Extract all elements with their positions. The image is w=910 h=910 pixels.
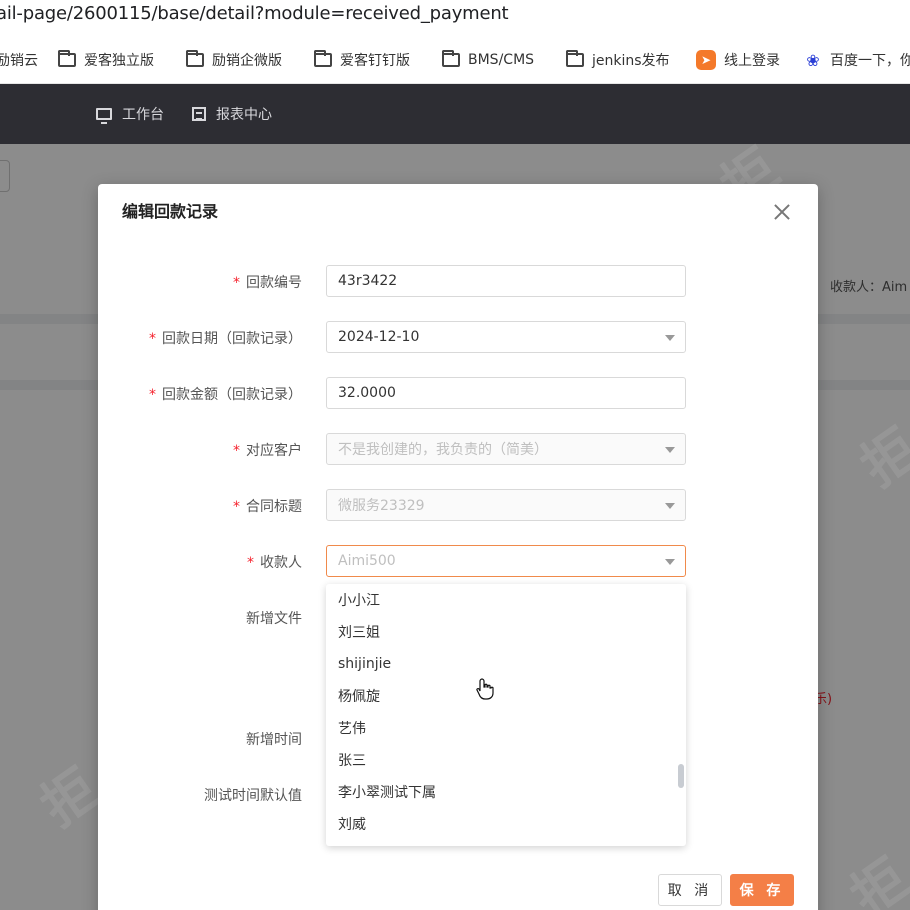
bookmark-bms-cms[interactable]: BMS/CMS [442, 50, 534, 70]
bookmark-label: BMS/CMS [468, 52, 535, 68]
receiver-label: * 收款人 [247, 555, 302, 571]
payment-no-input[interactable]: 43r3422 [326, 265, 686, 297]
bookmark-lixiaoyun[interactable]: 励销云 [0, 50, 38, 70]
contract-title-placeholder: 微服务23329 [338, 498, 425, 514]
watermark: 拒 [839, 846, 910, 910]
nav-workbench-label: 工作台 [122, 107, 164, 123]
nav-workbench[interactable]: 工作台 [96, 104, 164, 124]
dropdown-option[interactable]: 张三 [326, 744, 686, 776]
dropdown-option[interactable]: 刘威 [326, 808, 686, 840]
baidu-paw-icon: ❀ [806, 50, 820, 70]
browser-address-bar[interactable]: ail-page/2600115/base/detail?module=rece… [0, 0, 910, 36]
dropdown-option[interactable]: 小小江 [326, 584, 686, 616]
payment-date-value: 2024-12-10 [338, 329, 420, 345]
url-text[interactable]: ail-page/2600115/base/detail?module=rece… [0, 3, 509, 24]
close-icon[interactable] [774, 204, 790, 220]
bookmark-label: 励销云 [0, 53, 38, 69]
chevron-down-icon [665, 503, 675, 509]
folder-icon [58, 50, 76, 67]
folder-icon [186, 50, 204, 67]
test-time-default-label: 测试时间默认值 [204, 788, 302, 804]
new-time-label: 新增时间 [246, 732, 302, 748]
payment-date-picker[interactable]: 2024-12-10 [326, 321, 686, 353]
bookmarks-bar: 励销云 爱客独立版 励销企微版 爱客钉钉版 BMS/CMS jenkins发布 … [0, 36, 910, 84]
nav-reports-label: 报表中心 [216, 107, 272, 123]
bookmark-aike-dingtalk[interactable]: 爱客钉钉版 [314, 50, 410, 70]
bookmark-label: 爱客钉钉版 [340, 53, 410, 69]
save-button[interactable]: 保 存 [730, 874, 794, 906]
receiver-select[interactable]: Aimi500 [326, 545, 686, 577]
customer-label: * 对应客户 [233, 443, 302, 459]
chevron-down-icon [665, 335, 675, 341]
bookmark-label: 百度一下，你 [830, 53, 910, 69]
cancel-button[interactable]: 取 消 [658, 874, 722, 906]
monitor-icon [96, 108, 112, 124]
nav-reports[interactable]: 报表中心 [192, 104, 272, 124]
contract-title-label: * 合同标题 [233, 499, 302, 515]
dropdown-option[interactable]: shijinjie [326, 648, 686, 680]
folder-icon [442, 50, 460, 67]
payment-date-label: * 回款日期（回款记录） [149, 331, 302, 347]
payment-amount-label: * 回款金额（回款记录） [149, 387, 302, 403]
hand-cursor-icon [476, 678, 494, 700]
bookmark-label: 线上登录 [724, 53, 780, 69]
bookmark-label: 爱客独立版 [84, 53, 154, 69]
receiver-placeholder: Aimi500 [338, 553, 396, 569]
new-file-label: 新增文件 [246, 611, 302, 627]
customer-select[interactable]: 不是我创建的，我负责的（简美） [326, 433, 686, 465]
dropdown-option[interactable]: 艺伟 [326, 712, 686, 744]
chevron-down-icon [665, 447, 675, 453]
bookmark-online-login[interactable]: ➤ 线上登录 [696, 50, 780, 70]
chevron-down-icon [665, 559, 675, 565]
watermark: 拒 [849, 416, 910, 499]
contract-title-select[interactable]: 微服务23329 [326, 489, 686, 521]
bookmark-label: jenkins发布 [592, 53, 670, 69]
folder-icon [314, 50, 332, 67]
report-icon [192, 107, 206, 121]
payment-no-label: * 回款编号 [233, 275, 302, 291]
customer-placeholder: 不是我创建的，我负责的（简美） [338, 442, 548, 458]
bookmark-aike-standalone[interactable]: 爱客独立版 [58, 50, 154, 70]
modal-title: 编辑回款记录 [122, 202, 219, 221]
login-app-icon: ➤ [696, 50, 716, 70]
app-top-nav: 工作台 报表中心 [0, 84, 910, 144]
dropdown-option[interactable]: 刘三姐 [326, 616, 686, 648]
receiver-dropdown: 小小江 刘三姐 shijinjie 杨佩旋 艺伟 张三 李小翠测试下属 刘威 [326, 584, 686, 846]
folder-icon [566, 50, 584, 67]
dropdown-option[interactable]: 杨佩旋 [326, 680, 686, 712]
bookmark-jenkins[interactable]: jenkins发布 [566, 50, 670, 70]
edit-payment-modal: 编辑回款记录 * 回款编号 43r3422 * 回款日期（回款记录） 2024-12… [98, 184, 818, 910]
bookmark-lixiao-wecom[interactable]: 励销企微版 [186, 50, 282, 70]
bookmark-label: 励销企微版 [212, 53, 282, 69]
payment-amount-input[interactable]: 32.0000 [326, 377, 686, 409]
bookmark-baidu[interactable]: ❀ 百度一下，你 [804, 50, 910, 70]
dropdown-scrollbar[interactable] [678, 764, 684, 788]
dropdown-option[interactable]: 李小翠测试下属 [326, 776, 686, 808]
